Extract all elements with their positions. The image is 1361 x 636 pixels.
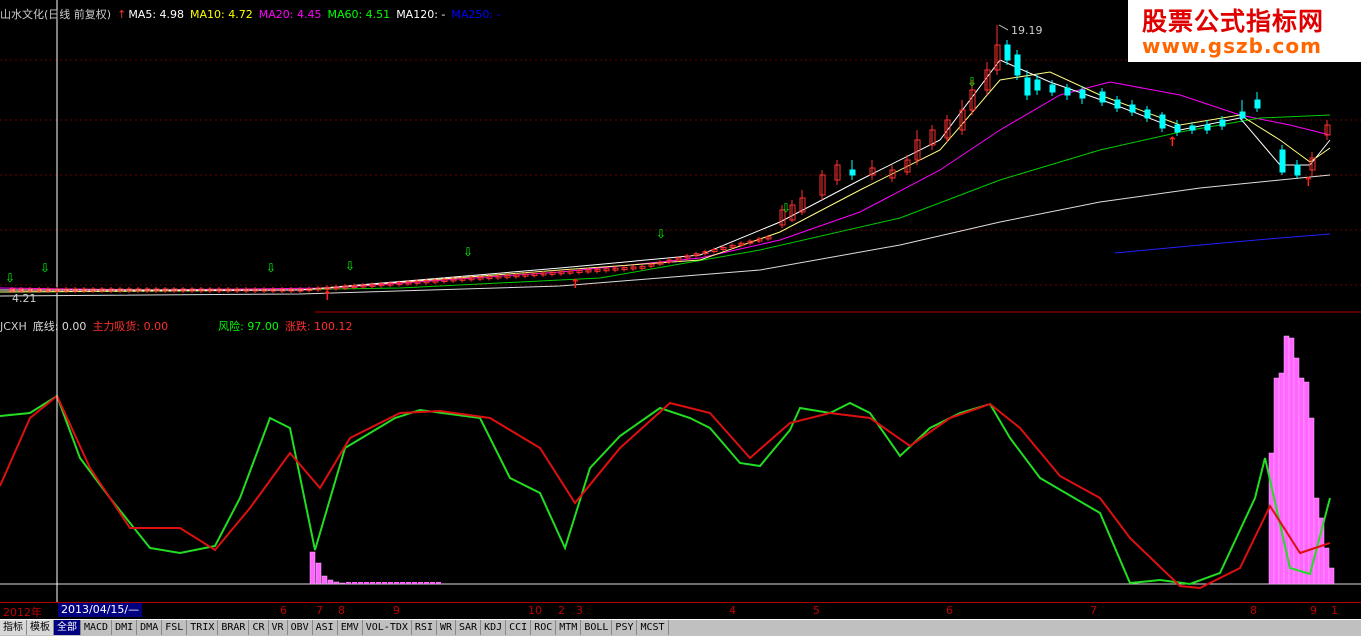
high-price-label: 19.19: [1011, 24, 1043, 37]
ma-legend-item: MA60: 4.51: [327, 8, 391, 21]
tab-emv[interactable]: EMV: [338, 620, 363, 635]
time-label: 8: [1250, 604, 1257, 617]
ma-legend-item: MA5: 4.98: [128, 8, 185, 21]
watermark-line2: www.gszb.com: [1142, 34, 1322, 58]
time-label: 5: [813, 604, 820, 617]
watermark-line1: 股票公式指标网: [1142, 7, 1325, 36]
cursor-date: 2013/04/15/—: [58, 603, 143, 617]
svg-text:⇩: ⇩: [266, 261, 276, 275]
up-arrow-icon: ↑: [117, 8, 127, 21]
tab-boll[interactable]: BOLL: [581, 620, 613, 635]
ma-legend-item: MA120: -: [396, 8, 446, 21]
time-label: 6: [946, 604, 953, 617]
high-price-pointer: [998, 24, 1009, 31]
tab-trix[interactable]: TRIX: [187, 620, 219, 635]
low-price-label: 4.21: [12, 292, 37, 305]
ma-legend-item: MA10: 4.72: [190, 8, 253, 21]
time-label: 2012年: [3, 606, 42, 619]
indicator-tabs: 指标 模板 全部 MACD DMI DMA FSL TRIX BRAR CR VR OBV ASI EMV…: [0, 619, 1361, 636]
tab-roc[interactable]: ROC: [531, 620, 557, 635]
tab-cci[interactable]: CCI: [506, 620, 532, 635]
tab-kdj[interactable]: KDJ: [481, 620, 507, 635]
tab-vol-tdx[interactable]: VOL-TDX: [363, 620, 412, 635]
ma-legend-item: MA250: -: [451, 8, 501, 21]
price-grid: [0, 59, 1361, 286]
time-axis: 2012年 6 7 8 9 10 2 3 4 5 6 7 8 9 1: [0, 602, 1361, 619]
svg-text:⇩: ⇩: [5, 271, 15, 285]
time-label: 1: [1331, 604, 1338, 617]
time-label: 4: [729, 604, 736, 617]
ma-lines: [0, 59, 1331, 297]
stock-title: 山水文化(日线 前复权): [0, 8, 112, 21]
time-label: 3: [576, 604, 583, 617]
tab-cr[interactable]: CR: [249, 620, 269, 635]
time-label: 9: [393, 604, 400, 617]
tab-macd[interactable]: MACD: [81, 620, 113, 635]
svg-text:↑: ↑: [570, 277, 581, 292]
indicator-chart[interactable]: [0, 318, 1361, 602]
time-label: 7: [1090, 604, 1097, 617]
time-label: 2: [558, 604, 565, 617]
ma-legend-item: MA20: 4.45: [258, 8, 322, 21]
time-label: 8: [338, 604, 345, 617]
tab-psy[interactable]: PSY: [612, 620, 638, 635]
time-label: 7: [316, 604, 323, 617]
time-label: 6: [280, 604, 287, 617]
svg-text:⇩: ⇩: [781, 201, 791, 215]
svg-text:↑: ↑: [322, 289, 333, 304]
time-label: 9: [1310, 604, 1317, 617]
tab-sar[interactable]: SAR: [456, 620, 482, 635]
risk-line: [0, 394, 1331, 586]
indicator-bars: [309, 335, 1335, 585]
tab-mcst[interactable]: MCST: [637, 620, 669, 635]
tab-mtm[interactable]: MTM: [556, 620, 582, 635]
svg-text:↑: ↑: [1167, 135, 1178, 150]
change-line: [0, 394, 1331, 590]
ma-legend: 山水文化(日线 前复权) ↑ MA5: 4.98 MA10: 4.72 MA20: 4.…: [0, 6, 513, 21]
tab-asi[interactable]: ASI: [313, 620, 338, 635]
tab-fsl[interactable]: FSL: [162, 620, 188, 635]
svg-text:⇩: ⇩: [463, 245, 473, 259]
tab-全部[interactable]: 全部: [54, 620, 81, 635]
tab-dmi[interactable]: DMI: [112, 620, 138, 635]
signals: ⇩ ⇩ ⇩ ⇩ ⇩ ⇩ ⇩ ⇩ ↑ ↑ ↑ ↑: [5, 75, 1314, 304]
tab-dma[interactable]: DMA: [137, 620, 163, 635]
svg-text:↑: ↑: [1303, 175, 1314, 190]
svg-text:⇩: ⇩: [345, 259, 355, 273]
tab-brar[interactable]: BRAR: [218, 620, 250, 635]
tab-vr[interactable]: VR: [269, 620, 288, 635]
watermark-logo: 股票公式指标网 www.gszb.com: [1128, 0, 1361, 62]
svg-text:⇩: ⇩: [967, 75, 977, 89]
svg-text:⇩: ⇩: [656, 227, 666, 241]
tab-模板[interactable]: 模板: [27, 620, 54, 635]
tab-obv[interactable]: OBV: [288, 620, 313, 635]
svg-text:⇩: ⇩: [40, 261, 50, 275]
time-label: 10: [528, 604, 542, 617]
tab-wr[interactable]: WR: [437, 620, 457, 635]
tab-指标[interactable]: 指标: [0, 620, 27, 635]
candles: [9, 25, 1331, 293]
tab-rsi[interactable]: RSI: [412, 620, 437, 635]
